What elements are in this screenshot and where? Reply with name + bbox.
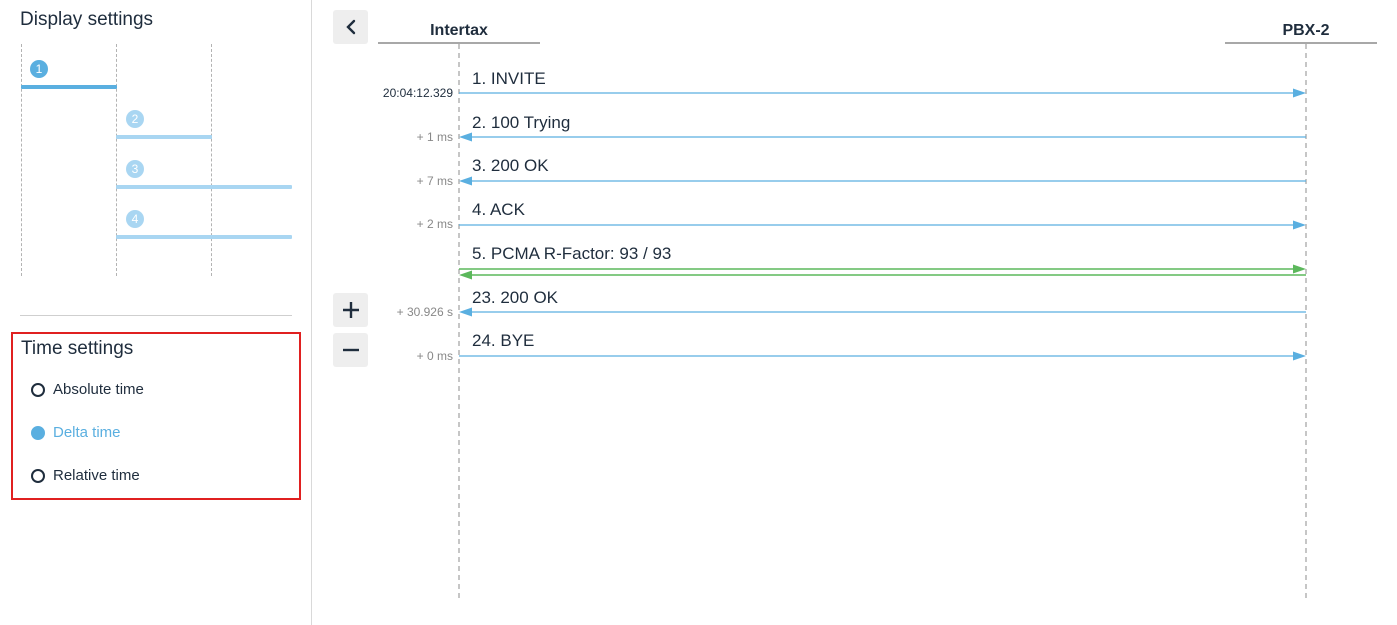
message-arrows <box>459 88 1306 361</box>
arrowhead <box>459 132 472 142</box>
message-timestamp: + 2 ms <box>416 217 453 231</box>
arrowhead <box>459 270 472 280</box>
message-timestamp: + 1 ms <box>416 130 453 144</box>
message-timestamp: + 0 ms <box>416 349 453 363</box>
arrowhead <box>1293 220 1306 230</box>
arrowhead <box>459 307 472 317</box>
message-timestamp: + 30.926 s <box>396 305 453 319</box>
message-label[interactable]: 23. 200 OK <box>472 288 558 308</box>
message-label[interactable]: 2. 100 Trying <box>472 113 570 133</box>
arrowhead <box>1293 88 1306 98</box>
message-timestamp: 20:04:12.329 <box>382 86 453 100</box>
message-label[interactable]: 24. BYE <box>472 331 534 351</box>
sequence-diagram <box>458 44 1307 600</box>
arrowhead <box>459 176 472 186</box>
arrowhead <box>1293 351 1306 361</box>
arrowhead <box>1293 264 1306 274</box>
message-label[interactable]: 4. ACK <box>472 200 525 220</box>
message-label[interactable]: 1. INVITE <box>472 69 546 89</box>
message-label[interactable]: 3. 200 OK <box>472 156 549 176</box>
message-label[interactable]: 5. PCMA R-Factor: 93 / 93 <box>472 244 671 264</box>
message-timestamp: + 7 ms <box>416 174 453 188</box>
